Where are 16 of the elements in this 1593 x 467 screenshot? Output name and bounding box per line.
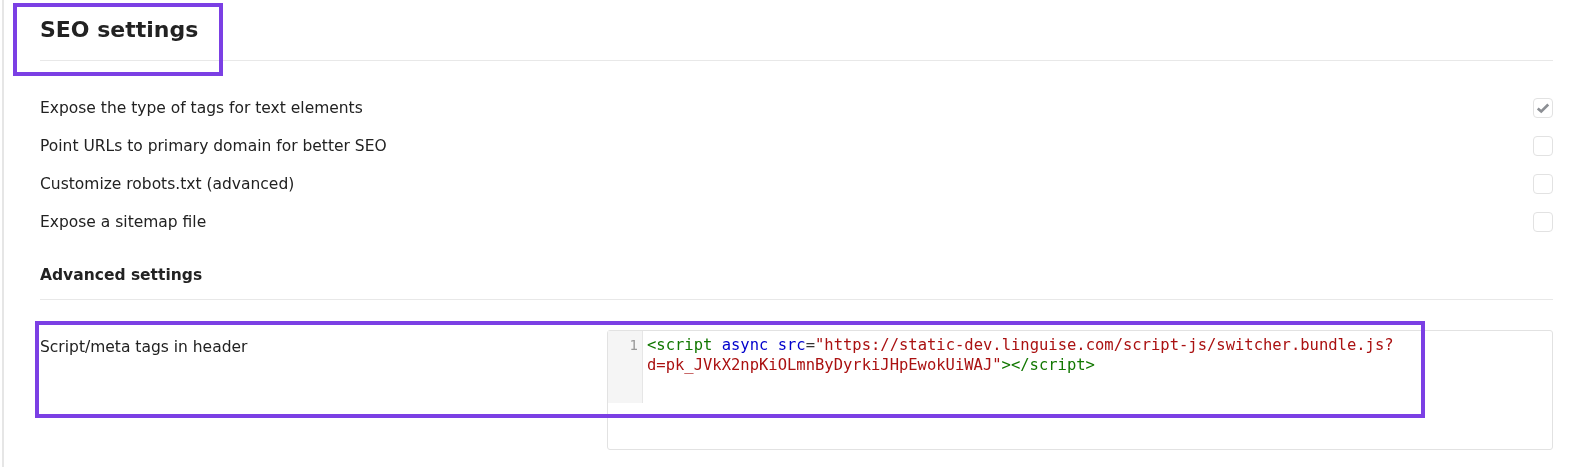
- option-label: Point URLs to primary domain for better SEO: [40, 137, 387, 155]
- line-number: 1: [629, 337, 638, 353]
- section-title: SEO settings: [40, 16, 199, 44]
- checkbox[interactable]: [1533, 212, 1553, 232]
- checkbox[interactable]: [1533, 98, 1553, 118]
- code-line: d=pk_JVkX2npKiOLmnByDyrkiJHpEwokUiWAJ"></script>: [647, 355, 1096, 375]
- checkbox[interactable]: [1533, 136, 1553, 156]
- checkbox[interactable]: [1533, 174, 1553, 194]
- subsection-heading: Advanced settings: [40, 265, 204, 286]
- code-editor[interactable]: 1 <script async src="https://static-dev.linguise.com/script-js/switcher.bundle.js? d=pk_JVkX2npKiOLmnByDyrkiJHpEwokUiWAJ"></script>: [607, 330, 1553, 450]
- code-line: <script async src="https://static-dev.linguise.com/script-js/switcher.bundle.js?: [647, 335, 1394, 355]
- option-label: Expose the type of tags for text elements: [40, 99, 363, 117]
- option-label: Expose a sitemap file: [40, 213, 207, 231]
- check-icon: [1536, 101, 1550, 115]
- option-label: Customize robots.txt (advanced): [40, 175, 295, 193]
- field-label: Script/meta tags in header: [40, 338, 249, 358]
